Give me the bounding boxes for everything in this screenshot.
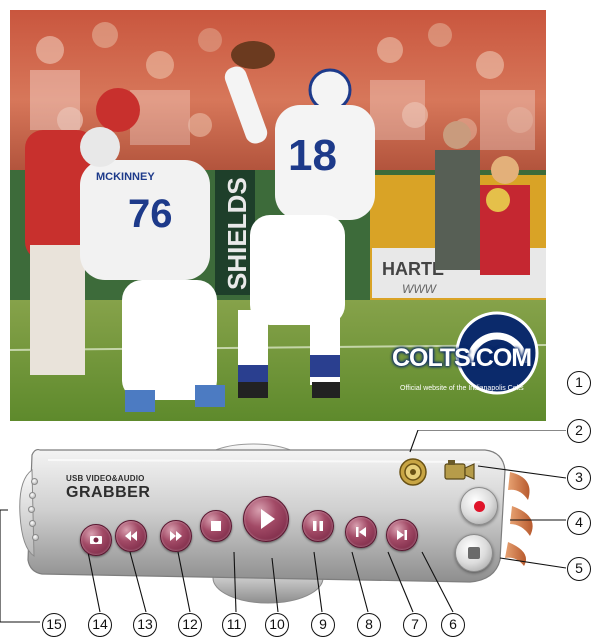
- stop-record-button[interactable]: [455, 534, 493, 572]
- previous-button[interactable]: [345, 516, 377, 548]
- callout-15: 15: [42, 613, 66, 637]
- brand-label: USB VIDEO&AUDIO GRABBER: [66, 474, 150, 502]
- callout-12: 12: [178, 613, 202, 637]
- lineman-jersey-number: 76: [128, 192, 173, 236]
- banner-left-text: SHIELDS: [222, 177, 252, 290]
- callout-6: 6: [441, 613, 465, 637]
- indicator-lamp: [32, 534, 39, 541]
- gear-icon: [399, 458, 427, 486]
- stop-button[interactable]: [200, 510, 232, 542]
- indicator-lamp: [29, 520, 36, 527]
- stop-record-icon: [468, 547, 480, 559]
- brand-subtitle: USB VIDEO&AUDIO: [66, 474, 145, 483]
- record-icon: [474, 501, 485, 512]
- callout-5: 5: [567, 557, 591, 581]
- callout-2: 2: [567, 419, 591, 443]
- skip-forward-icon: [397, 530, 407, 540]
- callout-11: 11: [222, 613, 246, 637]
- grabber-control-panel: USB VIDEO&AUDIO GRABBER: [0, 430, 597, 642]
- pause-icon: [313, 521, 323, 531]
- next-button[interactable]: [386, 519, 418, 551]
- rewind-icon: [125, 531, 137, 541]
- callout-3: 3: [567, 466, 591, 490]
- camera-icon: [444, 460, 475, 480]
- callout-10: 10: [265, 613, 289, 637]
- indicator-lamp: [29, 492, 36, 499]
- fast-forward-icon: [170, 531, 182, 541]
- snapshot-icon: [90, 536, 102, 544]
- callout-9: 9: [311, 613, 335, 637]
- qb-jersey-number: 18: [288, 131, 337, 180]
- callout-13: 13: [133, 613, 157, 637]
- snapshot-button[interactable]: [80, 524, 112, 556]
- record-button[interactable]: [460, 487, 498, 525]
- banner-right-subtext: WWW: [402, 282, 438, 296]
- skip-back-icon: [356, 527, 366, 537]
- callout-14: 14: [88, 613, 112, 637]
- stop-icon: [211, 521, 221, 531]
- banner-right-text: HARTE: [382, 259, 444, 279]
- logo-caption: Official website of the Indianapolis Col…: [400, 385, 524, 392]
- brand-title: GRABBER: [66, 484, 151, 501]
- callout-4: 4: [567, 511, 591, 535]
- indicator-lamp: [31, 478, 38, 485]
- fast-forward-button[interactable]: [160, 520, 192, 552]
- video-preview: SHIELDS HARTE WWW 76 MCKINNEY 18 COLTS.C…: [10, 10, 546, 421]
- callout-1: 1: [567, 371, 591, 395]
- camera-source-button[interactable]: [443, 457, 477, 490]
- indicator-lamp: [28, 506, 35, 513]
- play-icon: [261, 509, 275, 529]
- callout-7: 7: [403, 613, 427, 637]
- play-button[interactable]: [243, 496, 289, 542]
- rewind-button[interactable]: [115, 520, 147, 552]
- lineman-name: MCKINNEY: [96, 171, 155, 183]
- colts-logo: COLTS.COM Official website of the Indian…: [390, 320, 546, 415]
- settings-button[interactable]: [398, 457, 428, 492]
- logo-title: COLTS.COM: [392, 344, 532, 372]
- callout-8: 8: [357, 613, 381, 637]
- pause-button[interactable]: [302, 510, 334, 542]
